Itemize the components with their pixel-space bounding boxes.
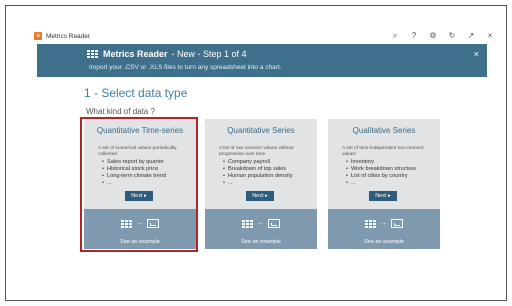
card-examples-list: Inventory Work breakdown structure List … (346, 159, 434, 187)
help-icon[interactable]: ? (410, 32, 418, 40)
card-quantitative-series[interactable]: Quantitative Series A list of raw numeri… (205, 119, 317, 249)
spreadsheet-icon (365, 219, 376, 228)
card-example-area[interactable]: → See an example (328, 209, 440, 249)
search-icon[interactable]: ⌕ (391, 32, 399, 40)
selected-card-outline (80, 117, 198, 252)
see-example-link[interactable]: See an example (328, 239, 440, 245)
list-item: Inventory (346, 159, 434, 166)
list-item: ... (223, 180, 311, 187)
bar-chart-icon (268, 219, 280, 228)
refresh-icon[interactable]: ↻ (448, 32, 456, 40)
banner-step: - New - Step 1 of 4 (171, 49, 247, 59)
spreadsheet-icon (242, 219, 253, 228)
page-title: 1 - Select data type (84, 86, 188, 100)
arrow-right-icon: → (257, 220, 264, 227)
wizard-banner: Metrics Reader - New - Step 1 of 4 Impor… (37, 44, 487, 77)
card-description: A list of raw numeric values without pro… (219, 146, 294, 157)
title-bar-icons: ⌕ ? ⚙ ↻ ↗ × (391, 32, 494, 40)
list-item: Company payroll (223, 159, 311, 166)
card-examples-list: Company payroll Breakdown of top sales H… (223, 159, 311, 187)
app-logo-icon: a (34, 32, 42, 40)
next-button[interactable]: Next ▸ (246, 191, 274, 201)
list-item: ... (346, 180, 434, 187)
example-illustration: → (205, 219, 317, 228)
list-item: Work breakdown structure (346, 166, 434, 173)
list-item: Human population density (223, 173, 311, 180)
app-title: Metrics Reader (46, 32, 91, 40)
close-icon[interactable]: × (486, 32, 494, 40)
spreadsheet-icon (87, 50, 98, 58)
banner-subtitle: Import your .CSV or .XLS files to turn a… (89, 64, 282, 71)
pin-icon[interactable]: ↗ (467, 32, 475, 40)
card-description: A set of time-independent non-numeric va… (342, 146, 425, 157)
banner-header: Metrics Reader - New - Step 1 of 4 (87, 49, 247, 59)
settings-icon[interactable]: ⚙ (429, 32, 437, 40)
banner-title: Metrics Reader (103, 49, 168, 59)
card-qualitative-series[interactable]: Qualitative Series A set of time-indepen… (328, 119, 440, 249)
example-illustration: → (328, 219, 440, 228)
list-item: Breakdown of top sales (223, 166, 311, 173)
close-icon[interactable]: × (474, 49, 479, 59)
card-example-area[interactable]: → See an example (205, 209, 317, 249)
list-item: List of cities by country (346, 173, 434, 180)
arrow-right-icon: → (380, 220, 387, 227)
card-title: Quantitative Series (227, 126, 295, 135)
next-button[interactable]: Next ▸ (369, 191, 397, 201)
see-example-link[interactable]: See an example (205, 239, 317, 245)
image-icon (391, 219, 403, 228)
card-title: Qualitative Series (352, 126, 416, 135)
section-question: What kind of data ? (86, 107, 155, 116)
title-bar: a Metrics Reader ⌕ ? ⚙ ↻ ↗ × (34, 28, 494, 44)
